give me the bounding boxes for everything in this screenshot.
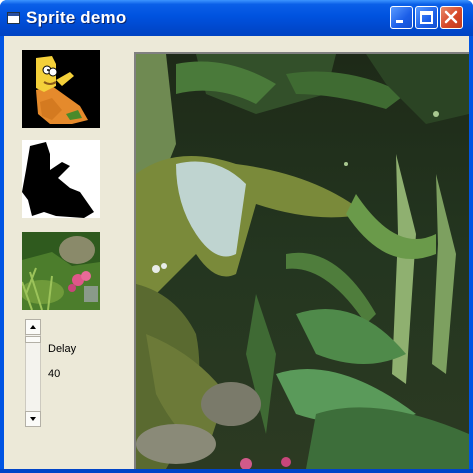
sprite-stage-canvas[interactable] (134, 52, 469, 469)
delay-scrollbar[interactable] (25, 319, 41, 427)
close-button[interactable] (440, 6, 463, 29)
title-bar[interactable]: Sprite demo (0, 0, 473, 36)
sprite-mask-image (22, 140, 100, 218)
maximize-icon (420, 11, 433, 24)
arrow-up-icon (30, 325, 36, 329)
minimize-icon (396, 20, 403, 23)
background-thumbnail-image (22, 232, 100, 310)
sprite-image (22, 50, 100, 128)
window-title: Sprite demo (26, 8, 127, 27)
scroll-up-button[interactable] (25, 319, 41, 335)
delay-value: 40 (48, 368, 61, 380)
window-bottom-border (0, 469, 473, 473)
delay-label: Delay (48, 343, 77, 355)
minimize-button[interactable] (390, 6, 413, 29)
scroll-thumb[interactable] (25, 336, 41, 343)
maximize-button[interactable] (415, 6, 438, 29)
client-area: Delay 40 (4, 36, 469, 469)
close-icon (444, 10, 458, 24)
scroll-down-button[interactable] (25, 411, 41, 427)
arrow-down-icon (30, 417, 36, 421)
app-window-icon[interactable] (7, 12, 20, 24)
app-window: Sprite demo Delay 40 (0, 0, 473, 473)
